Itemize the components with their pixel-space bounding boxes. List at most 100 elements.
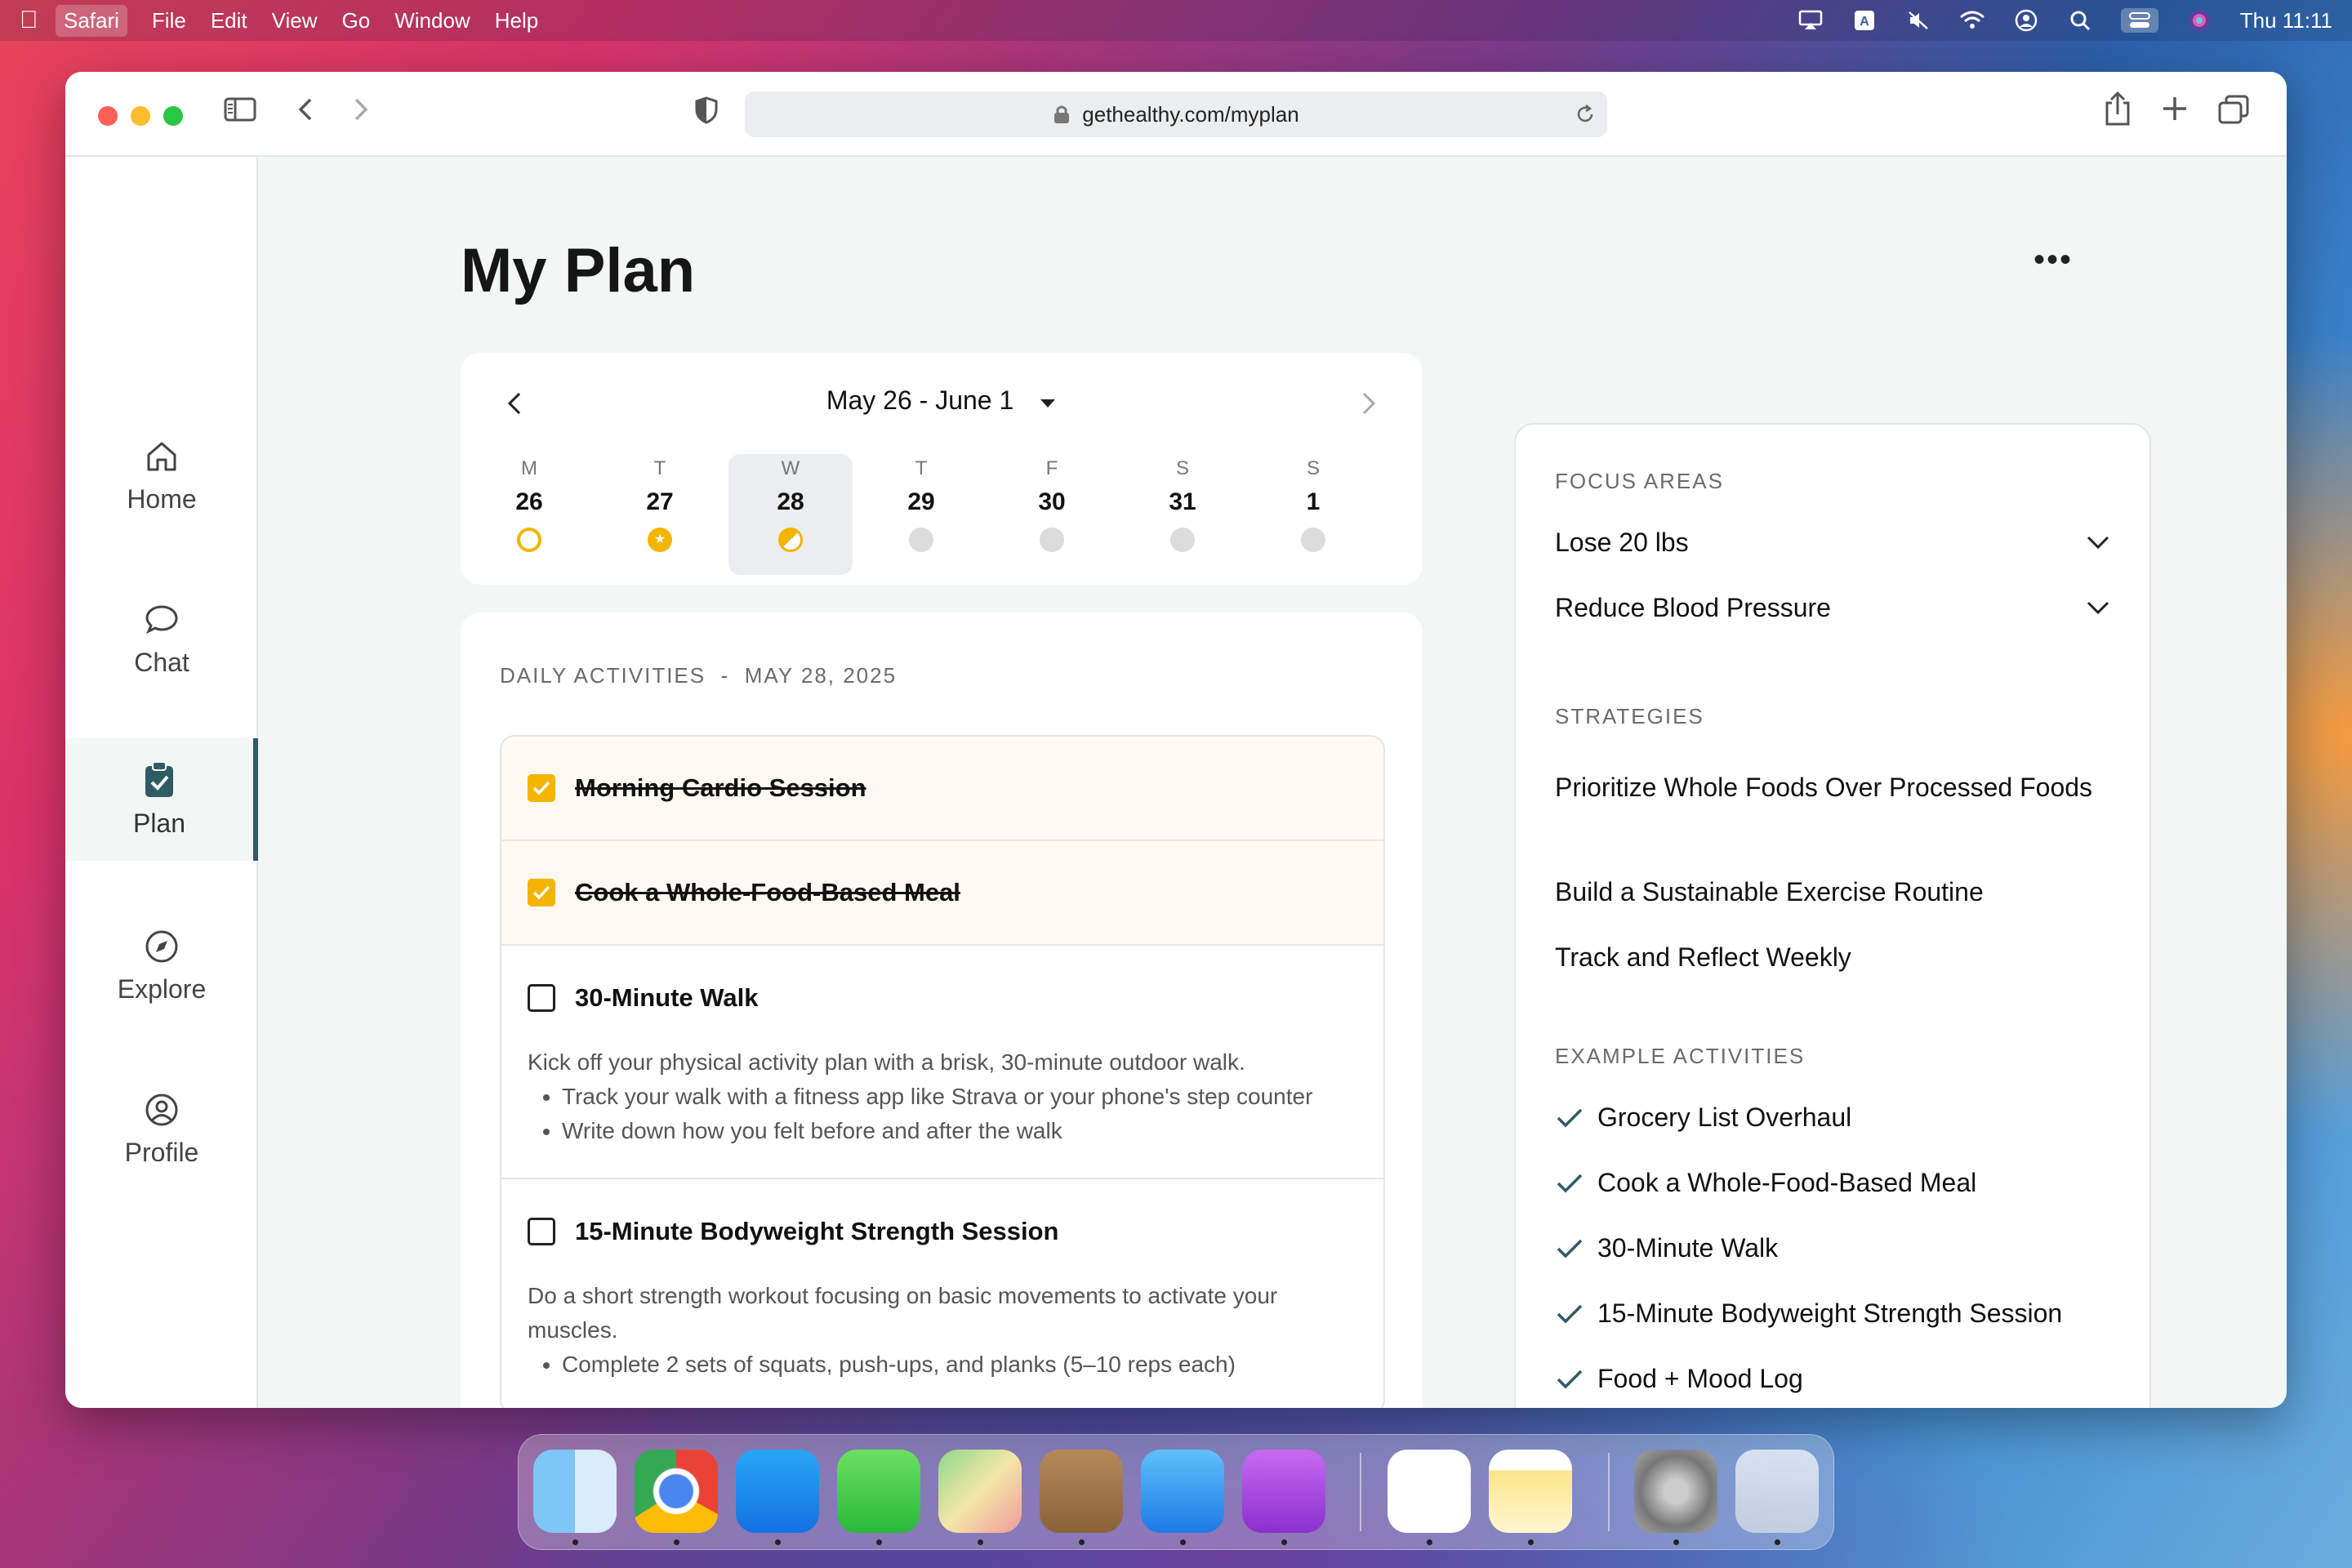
sidebar-toggle-icon[interactable]: [224, 96, 256, 130]
nav-chat-label: Chat: [134, 647, 189, 677]
system-preferences-icon[interactable]: [1634, 1450, 1717, 1533]
back-icon[interactable]: [296, 96, 315, 130]
messages-icon[interactable]: [837, 1450, 920, 1533]
nav-chat[interactable]: Chat: [65, 578, 258, 701]
day-letter: M: [521, 457, 537, 479]
menu-view[interactable]: View: [272, 8, 318, 33]
user-account-icon[interactable]: [2013, 8, 2039, 33]
maps-icon[interactable]: [938, 1450, 1022, 1533]
chrome-icon[interactable]: [635, 1450, 718, 1533]
day-number: 1: [1306, 488, 1321, 515]
close-window-button[interactable]: [98, 106, 118, 126]
reload-icon[interactable]: [1575, 104, 1596, 125]
day-26[interactable]: M 26: [467, 454, 591, 575]
next-week-icon[interactable]: [1361, 390, 1377, 416]
week-range-label: May 26 - June 1: [826, 385, 1014, 415]
activity-title: Morning Cardio Session: [575, 773, 866, 802]
finder-icon[interactable]: [533, 1450, 617, 1533]
example-activity-item[interactable]: 15-Minute Bodyweight Strength Session: [1555, 1298, 2062, 1329]
dock-separator: [1608, 1453, 1610, 1531]
activity-bullet: Complete 2 sets of squats, push-ups, and…: [562, 1348, 1357, 1382]
siri-icon[interactable]: [2186, 8, 2212, 33]
day-number: 29: [907, 488, 935, 515]
focus-area-item[interactable]: Lose 20 lbs: [1555, 523, 2110, 562]
day-29[interactable]: T 29: [859, 454, 983, 575]
spotlight-search-icon[interactable]: [2067, 8, 2093, 33]
notes-icon[interactable]: [1489, 1450, 1572, 1533]
day-28[interactable]: W 28: [728, 454, 853, 575]
more-options-icon[interactable]: •••: [2034, 242, 2073, 278]
reminders-icon[interactable]: [1388, 1450, 1471, 1533]
mail-icon[interactable]: [1141, 1450, 1224, 1533]
strategy-item[interactable]: Prioritize Whole Foods Over Processed Fo…: [1555, 768, 2110, 807]
focus-area-label: Lose 20 lbs: [1555, 528, 1689, 557]
day-1[interactable]: S1: [1251, 454, 1375, 575]
activity-bullet: Track your walk with a fitness app like …: [562, 1080, 1357, 1114]
day-status-dot: [778, 528, 803, 552]
wifi-icon[interactable]: [1959, 8, 1985, 33]
running-indicator: [1281, 1539, 1287, 1545]
example-activity-item[interactable]: 30-Minute Walk: [1555, 1233, 1778, 1263]
activity-title: 15-Minute Bodyweight Strength Session: [575, 1217, 1059, 1245]
menu-go[interactable]: Go: [342, 8, 371, 33]
podcasts-icon[interactable]: [1242, 1450, 1325, 1533]
example-activity-label: 15-Minute Bodyweight Strength Session: [1597, 1298, 2063, 1328]
day-30[interactable]: F 30: [990, 454, 1114, 575]
trash-icon[interactable]: [1735, 1450, 1819, 1533]
day-31[interactable]: S 31: [1120, 454, 1245, 575]
minimize-window-button[interactable]: [131, 106, 150, 126]
nav-profile[interactable]: Profile: [65, 1068, 258, 1191]
checkbox-unchecked[interactable]: [528, 984, 555, 1012]
mute-icon[interactable]: [1905, 8, 1931, 33]
day-letter: W: [781, 457, 800, 479]
menu-edit[interactable]: Edit: [211, 8, 247, 33]
nav-plan[interactable]: Plan: [65, 738, 258, 861]
day-27[interactable]: T 27 ★: [598, 454, 722, 575]
app-store-icon[interactable]: [736, 1450, 819, 1533]
forward-icon[interactable]: [351, 96, 371, 130]
running-indicator: [1775, 1539, 1780, 1545]
checkmark-icon: [1557, 1239, 1583, 1258]
menu-clock[interactable]: Thu 11:11: [2240, 8, 2332, 33]
dock-separator: [1360, 1453, 1361, 1531]
daily-activities-card: DAILY ACTIVITIES - MAY 28, 2025 Morning …: [461, 612, 1423, 1408]
strategy-item[interactable]: Track and Reflect Weekly: [1555, 938, 2110, 977]
day-letter: T: [915, 457, 928, 479]
privacy-shield-icon[interactable]: [694, 96, 719, 131]
nav-profile-label: Profile: [124, 1137, 199, 1167]
share-icon[interactable]: [2104, 91, 2132, 133]
new-tab-icon[interactable]: [2161, 95, 2189, 130]
apple-menu-icon[interactable]: : [20, 7, 52, 34]
input-source-icon[interactable]: A: [1851, 8, 1878, 33]
menu-file[interactable]: File: [152, 8, 186, 33]
chevron-down-icon: [2087, 601, 2109, 615]
week-range-selector[interactable]: May 26 - June 1: [461, 385, 1423, 416]
chat-icon: [145, 604, 178, 634]
strategy-item[interactable]: Build a Sustainable Exercise Routine: [1555, 872, 2110, 911]
zoom-window-button[interactable]: [163, 106, 183, 126]
airplay-icon[interactable]: [1797, 8, 1824, 33]
checkbox-checked[interactable]: [528, 774, 555, 802]
example-activity-item[interactable]: Food + Mood Log: [1555, 1364, 1803, 1394]
focus-area-item[interactable]: Reduce Blood Pressure: [1555, 588, 2110, 627]
example-activity-item[interactable]: Grocery List Overhaul: [1555, 1102, 1851, 1133]
menu-app-name[interactable]: Safari: [56, 4, 127, 37]
menu-help[interactable]: Help: [495, 8, 538, 33]
contacts-icon[interactable]: [1040, 1450, 1123, 1533]
checkbox-checked[interactable]: [528, 879, 555, 906]
checkbox-unchecked[interactable]: [528, 1218, 555, 1245]
clipboard-check-icon: [145, 760, 173, 797]
nav-home[interactable]: Home: [65, 415, 258, 537]
checkmark-icon: [1557, 1174, 1583, 1192]
address-bar[interactable]: gethealthy.com/myplan: [745, 91, 1607, 137]
day-number: 27: [646, 488, 674, 515]
example-activity-item[interactable]: Cook a Whole-Food-Based Meal: [1555, 1168, 1976, 1198]
focus-areas-header: FOCUS AREAS: [1555, 469, 1724, 493]
nav-explore[interactable]: Explore: [65, 905, 258, 1027]
menu-window[interactable]: Window: [394, 8, 470, 33]
running-indicator: [876, 1539, 882, 1545]
control-center-icon[interactable]: [2120, 8, 2158, 33]
running-indicator: [674, 1539, 679, 1545]
example-activity-label: Cook a Whole-Food-Based Meal: [1597, 1168, 1977, 1197]
tab-overview-icon[interactable]: [2218, 95, 2249, 131]
